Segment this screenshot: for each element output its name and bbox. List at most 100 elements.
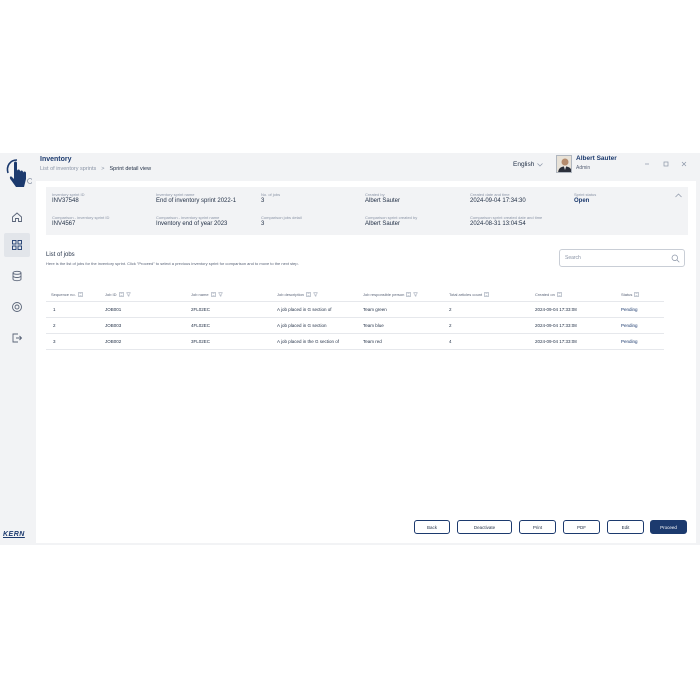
jobs-table: Sequence no. Job ID Job name Job descrip… — [46, 288, 664, 350]
column-header-label: Job name — [191, 292, 209, 297]
page-title: Inventory — [40, 156, 72, 163]
language-selector[interactable]: English — [513, 161, 544, 168]
table-row[interactable]: 3 JOB002 3FL02EC A job placed in the G s… — [46, 334, 664, 350]
breadcrumb-separator: > — [101, 166, 105, 172]
table-cell: JOB001 — [105, 307, 122, 312]
summary-label: No. of jobs — [261, 192, 281, 197]
user-role: Admin — [576, 165, 591, 171]
sort-icon[interactable] — [484, 292, 489, 297]
sort-icon[interactable] — [306, 292, 311, 297]
sprint-name-value: End of inventory sprint 2022-1 — [156, 198, 237, 204]
column-header[interactable]: Total articles count — [449, 292, 489, 297]
table-row[interactable]: 2 JOB003 4FL02EC A job placed in G secti… — [46, 318, 664, 334]
summary-label: Comparison - inventory sprint ID — [52, 215, 110, 220]
comparison-sprint-id-value: INV4567 — [52, 221, 76, 227]
app-window: KERN Inventory List of inventory sprints… — [0, 153, 700, 545]
chevron-down-icon — [537, 162, 544, 166]
summary-label: Created by — [365, 192, 385, 197]
column-header-label: Job description — [277, 292, 304, 297]
sort-icon[interactable] — [118, 292, 124, 297]
column-header[interactable]: Job name — [191, 292, 223, 297]
comparison-created-by-value: Albert Sauter — [365, 221, 401, 227]
content-card: Inventory sprint ID INV37548 Inventory s… — [36, 181, 696, 543]
summary-label: Comparison jobs detail — [261, 215, 302, 220]
table-cell: 2 — [449, 307, 452, 312]
breadcrumb-link-inventory-sprints[interactable]: List of inventory sprints — [40, 166, 96, 172]
search-box[interactable] — [559, 249, 685, 267]
sort-icon[interactable] — [77, 292, 83, 297]
deactivate-button[interactable]: Deactivate — [457, 520, 512, 534]
table-cell: Team blue — [363, 323, 384, 328]
table-cell: 2024-09-04 17:33:08 — [535, 339, 577, 344]
home-icon[interactable] — [7, 207, 27, 227]
top-header: Inventory List of inventory sprints > Sp… — [36, 153, 700, 181]
filter-icon[interactable] — [413, 292, 419, 297]
table-cell: A job placed in the G section of — [277, 339, 340, 344]
table-cell: JOB003 — [105, 323, 122, 328]
search-icon[interactable] — [671, 254, 680, 263]
sort-icon[interactable] — [557, 292, 562, 297]
column-header[interactable]: Sequence no. — [51, 292, 83, 297]
table-cell: A job placed in G section of — [277, 307, 332, 312]
sort-icon[interactable] — [210, 292, 216, 297]
column-header[interactable]: Job ID — [105, 292, 131, 297]
action-bar: Back Deactivate Print PDF Edit Proceed — [36, 520, 696, 536]
jobs-count-value: 3 — [261, 198, 265, 204]
filter-icon[interactable] — [125, 292, 131, 297]
logout-icon[interactable] — [7, 328, 27, 348]
table-cell: 3FL02EC — [191, 339, 211, 344]
status-badge: Pending — [621, 307, 638, 312]
sidebar: KERN — [0, 153, 34, 545]
status-badge: Pending — [621, 339, 638, 344]
column-header[interactable]: Created on — [535, 292, 562, 297]
column-header-label: Job responsible person — [363, 292, 405, 297]
breadcrumb: List of inventory sprints > Sprint detai… — [40, 166, 151, 172]
table-cell: 2 — [53, 323, 56, 328]
kern-brand-logo: KERN — [3, 531, 25, 538]
filter-icon[interactable] — [312, 292, 318, 297]
column-header[interactable]: Job responsible person — [363, 292, 419, 297]
table-cell: 3 — [53, 339, 56, 344]
proceed-button[interactable]: Proceed — [650, 520, 687, 534]
sort-icon[interactable] — [634, 292, 640, 297]
avatar[interactable] — [556, 155, 572, 173]
column-header[interactable]: Job description — [277, 292, 318, 297]
print-button[interactable]: Print — [519, 520, 556, 534]
column-header-label: Created on — [535, 292, 555, 297]
section-title: List of jobs — [46, 252, 75, 258]
sprint-summary-panel: Inventory sprint ID INV37548 Inventory s… — [46, 187, 688, 235]
support-lifebuoy-icon[interactable] — [7, 297, 27, 317]
search-input[interactable] — [565, 255, 665, 261]
table-cell: 2 — [449, 323, 452, 328]
table-row[interactable]: 1 JOB001 2FL02EC A job placed in G secti… — [46, 302, 664, 318]
column-header[interactable]: Status — [621, 292, 640, 297]
column-header-label: Sequence no. — [51, 292, 76, 297]
filter-icon[interactable] — [217, 292, 223, 297]
table-header-row: Sequence no. Job ID Job name Job descrip… — [46, 288, 664, 302]
user-name: Albert Sauter — [576, 155, 617, 162]
maximize-icon[interactable] — [663, 161, 669, 169]
column-header-label: Job ID — [105, 292, 117, 297]
minimize-icon[interactable] — [644, 161, 650, 169]
back-button[interactable]: Back — [414, 520, 450, 534]
database-icon[interactable] — [7, 266, 27, 286]
pdf-button[interactable]: PDF — [563, 520, 600, 534]
status-badge: Open — [574, 198, 590, 204]
dashboard-grid-icon[interactable] — [4, 233, 30, 257]
language-label: English — [513, 161, 535, 168]
breadcrumb-current: Sprint detail view — [109, 166, 152, 172]
comparison-sprint-name-value: Inventory end of year 2023 — [156, 221, 228, 227]
sort-icon[interactable] — [406, 292, 412, 297]
table-cell: 4 — [449, 339, 452, 344]
table-cell: 4FL02EC — [191, 323, 211, 328]
comparison-created-datetime-value: 2024-08-31 13:04:54 — [470, 221, 526, 227]
summary-label: Created date and time — [470, 192, 510, 197]
close-icon[interactable] — [681, 161, 687, 169]
table-cell: 2FL02EC — [191, 307, 211, 312]
edit-button[interactable]: Edit — [607, 520, 644, 534]
created-datetime-value: 2024-09-04 17:34:30 — [470, 198, 526, 204]
table-cell: JOB002 — [105, 339, 122, 344]
column-header-label: Status — [621, 292, 633, 297]
chevron-up-icon[interactable] — [675, 193, 682, 200]
hand-logo-icon — [4, 157, 33, 191]
